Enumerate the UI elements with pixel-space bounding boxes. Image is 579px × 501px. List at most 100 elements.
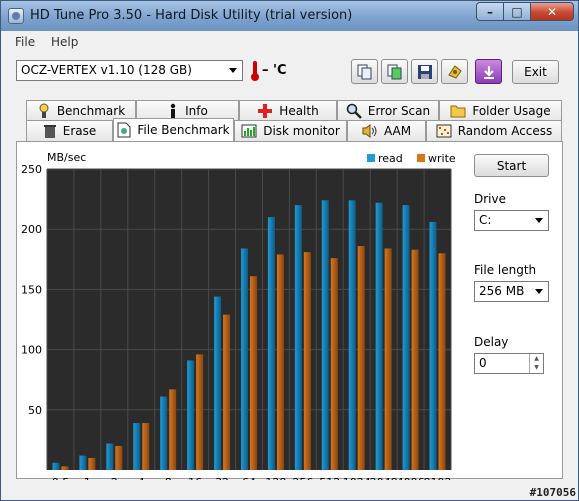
save-button[interactable] [411,59,438,84]
tab-error-scan[interactable]: Error Scan [337,100,439,121]
y-tick-label: 150 [21,283,42,296]
download-icon [483,65,494,79]
x-tick-label: 2 [111,476,118,480]
thermometer-icon [251,61,259,81]
download-button[interactable] [475,59,502,84]
tab-label: Error Scan [367,104,431,118]
bar-write-256 [303,252,311,470]
bar-write-32 [223,314,231,470]
copy-text-button[interactable] [351,59,378,84]
caption-buttons: – □ ✕ [476,2,574,21]
file-length-label: File length [474,263,537,277]
legend-swatch-write [417,154,425,162]
x-tick-label: 32 [215,476,229,480]
x-tick-label: 8192 [424,476,452,480]
file-length-select[interactable]: 256 MB [474,281,549,302]
x-tick-label: 1024 [343,476,371,480]
health-icon [258,104,273,118]
spinner-buttons: ▲ ▼ [529,354,543,373]
tab-folder-usage[interactable]: Folder Usage [439,100,562,121]
tab-disk-monitor[interactable]: Disk monitor [234,120,347,141]
spin-down-button[interactable]: ▼ [530,363,543,372]
drive-select-value: OCZ-VERTEX v1.10 (128 GB) [21,63,192,77]
bar-read-64 [241,248,248,470]
tab-label: Erase [62,124,97,138]
bar-write-0.5 [61,466,69,470]
bar-write-2048 [384,248,392,470]
app-icon [8,8,24,24]
legend-label-read: read [378,152,403,165]
benchmark-chart: 50 100 150 200 250 MB/sec read write 0.5 1 2 4 8 16 32… [17,142,477,489]
exit-button[interactable]: Exit [512,60,559,84]
drive-label: Drive [474,192,506,206]
bar-read-4096 [402,205,410,470]
bar-read-2048 [375,202,383,470]
x-tick-label: 2048 [370,476,398,480]
bar-read-128 [267,217,275,470]
speaker-icon [362,124,377,138]
bar-read-512 [321,200,329,470]
tab-aam[interactable]: AAM [347,120,426,141]
tab-random-access[interactable]: Random Access [426,120,562,141]
tab-file-benchmark[interactable]: File Benchmark [113,118,234,141]
benchmark-icon [39,103,49,118]
tab-label: AAM [383,124,412,138]
maximize-button[interactable]: □ [503,2,530,21]
file-benchmark-panel: 50 100 150 200 250 MB/sec read write 0.5 1 2 4 8 16 32… [16,141,563,489]
chevron-down-icon [535,218,543,223]
save-icon [417,64,432,79]
drive-select[interactable]: OCZ-VERTEX v1.10 (128 GB) [16,60,243,81]
y-tick-label: 250 [21,163,42,176]
tab-health[interactable]: Health [239,100,337,121]
x-tick-label: 64 [242,476,256,480]
tab-label: File Benchmark [137,123,230,137]
tab-label: Health [279,104,319,118]
menu-bar: File Help [1,31,578,53]
x-tick-label: 16 [188,476,202,480]
chevron-down-icon [535,289,543,294]
start-button[interactable]: Start [474,154,549,177]
x-tick-label: 4 [138,476,145,480]
bar-read-1 [79,455,87,470]
bar-write-8 [169,389,177,470]
tab-label: Benchmark [56,104,126,118]
bar-write-1 [88,457,96,470]
minimize-button[interactable]: – [476,2,503,21]
bar-write-4096 [411,249,419,470]
file-benchmark-icon [117,122,131,138]
bar-read-8 [160,396,168,470]
tab-erase[interactable]: Erase [26,120,113,141]
copy-screenshot-button[interactable] [381,59,408,84]
toolbar: OCZ-VERTEX v1.10 (128 GB) – 'C Exit [1,54,578,92]
app-window: HD Tune Pro 3.50 - Hard Disk Utility (tr… [0,0,579,501]
bar-write-1024 [357,246,365,470]
drive-letter-select[interactable]: C: [474,210,549,231]
info-icon [170,103,176,118]
bar-write-4 [142,423,150,470]
bar-write-512 [330,258,338,470]
bar-write-128 [276,254,284,470]
tab-label: Info [185,104,208,118]
bar-read-2 [106,443,114,470]
bar-read-32 [214,296,222,470]
delay-label: Delay [474,335,509,349]
legend-label-write: write [428,152,456,165]
x-tick-label: 256 [292,476,313,480]
title-bar[interactable]: HD Tune Pro 3.50 - Hard Disk Utility (tr… [1,1,578,31]
drive-letter-value: C: [479,213,492,227]
disk-monitor-icon [241,124,257,138]
y-axis-label: MB/sec [47,151,86,164]
watermark: #107056 [529,486,576,499]
bar-read-4 [133,423,141,470]
options-button[interactable] [441,59,468,84]
delay-spinner[interactable]: 0 ▲ ▼ [474,353,544,374]
tab-label: Random Access [457,124,553,138]
trash-icon [43,125,56,138]
bar-read-1024 [348,200,356,470]
menu-help[interactable]: Help [51,35,78,49]
legend-swatch-read [367,154,375,162]
spin-up-button[interactable]: ▲ [530,354,543,363]
menu-file[interactable]: File [15,35,35,49]
bar-write-8192 [438,253,446,470]
close-button[interactable]: ✕ [530,2,574,21]
